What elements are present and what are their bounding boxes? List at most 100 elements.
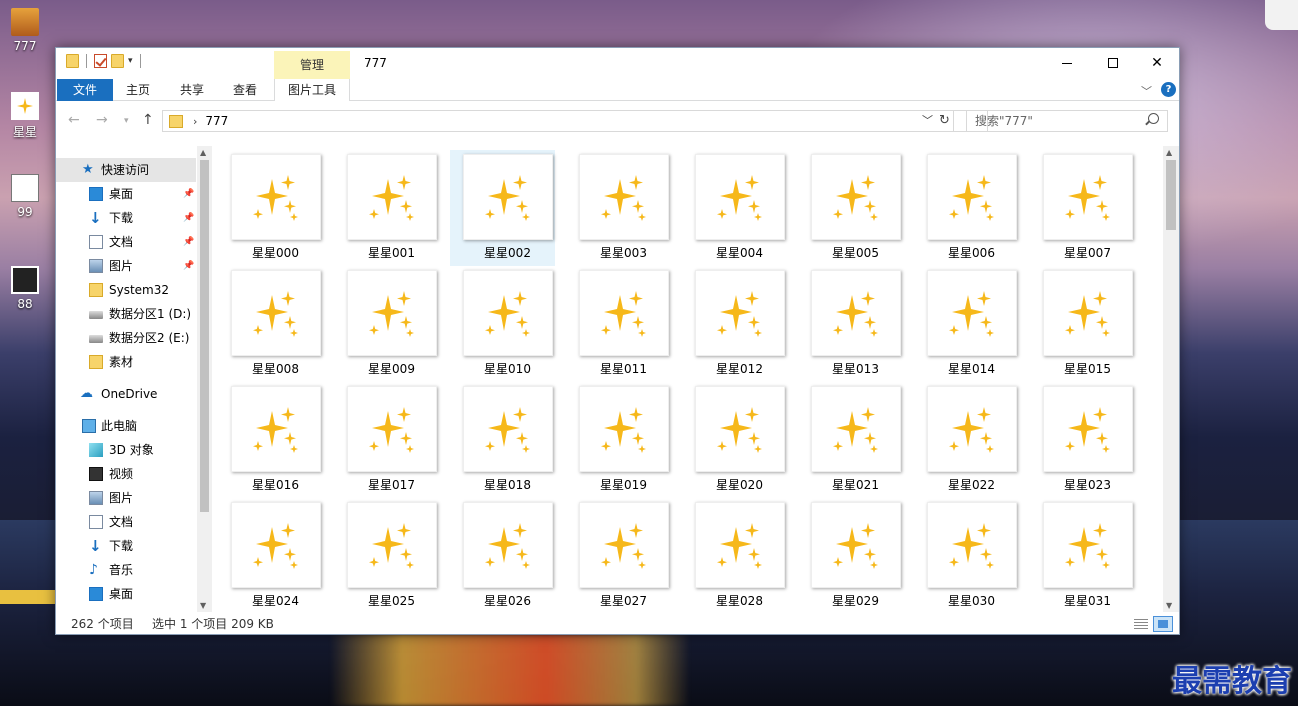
file-item[interactable]: 星星030 bbox=[914, 498, 1019, 610]
help-icon[interactable]: ? bbox=[1161, 82, 1176, 97]
file-item[interactable]: 星星009 bbox=[334, 266, 439, 382]
nav-item-system32[interactable]: System32 bbox=[56, 278, 196, 302]
file-item[interactable]: 星星012 bbox=[682, 266, 787, 382]
breadcrumb-chevron-icon[interactable]: › bbox=[193, 115, 197, 128]
file-item[interactable]: 星星018 bbox=[450, 382, 555, 498]
pin-icon[interactable]: 📌 bbox=[183, 230, 194, 254]
nav-item-drive-d[interactable]: 数据分区1 (D:) bbox=[56, 302, 196, 326]
nav-item-desktop[interactable]: 桌面 📌 bbox=[56, 182, 196, 206]
file-item[interactable]: 星星028 bbox=[682, 498, 787, 610]
search-icon[interactable] bbox=[1148, 113, 1159, 124]
scroll-down-icon[interactable]: ▼ bbox=[200, 601, 206, 610]
address-dropdown-icon[interactable]: ﹀ bbox=[922, 112, 933, 128]
file-thumbnail bbox=[811, 154, 901, 240]
maximize-button[interactable] bbox=[1090, 48, 1136, 78]
tab-home[interactable]: 主页 bbox=[126, 79, 150, 101]
file-item[interactable]: 星星011 bbox=[566, 266, 671, 382]
nav-item-materials[interactable]: 素材 bbox=[56, 350, 196, 374]
pin-icon[interactable]: 📌 bbox=[183, 182, 194, 206]
file-item[interactable]: 星星003 bbox=[566, 150, 671, 266]
scrollbar-thumb[interactable] bbox=[200, 160, 209, 512]
file-item[interactable]: 星星021 bbox=[798, 382, 903, 498]
nav-item-3d-objects[interactable]: 3D 对象 bbox=[56, 438, 196, 462]
forward-arrow-icon[interactable]: → bbox=[96, 112, 108, 128]
file-item[interactable]: 星星024 bbox=[222, 498, 323, 610]
file-item[interactable]: 星星019 bbox=[566, 382, 671, 498]
pin-icon[interactable]: 📌 bbox=[183, 254, 194, 278]
tab-share[interactable]: 共享 bbox=[180, 79, 204, 101]
file-item[interactable]: 星星004 bbox=[682, 150, 787, 266]
file-item[interactable]: 星星005 bbox=[798, 150, 903, 266]
tab-file[interactable]: 文件 bbox=[57, 79, 113, 101]
desktop-icon-88[interactable]: 88 bbox=[4, 266, 46, 311]
title-bar[interactable]: ▾ 管理 777 ✕ bbox=[56, 48, 1180, 79]
nav-item-music[interactable]: ♪ 音乐 bbox=[56, 558, 196, 582]
file-item[interactable]: 星星015 bbox=[1030, 266, 1135, 382]
properties-icon[interactable] bbox=[94, 54, 107, 68]
recent-locations-icon[interactable]: ▾ bbox=[124, 116, 129, 126]
new-folder-icon[interactable] bbox=[111, 54, 124, 68]
desktop-icon-777[interactable]: 777 bbox=[4, 8, 46, 53]
manage-context-tab[interactable]: 管理 bbox=[274, 51, 350, 79]
nav-item-this-pc[interactable]: 此电脑 bbox=[56, 414, 196, 438]
file-thumbnail bbox=[579, 386, 669, 472]
desktop-icon-star[interactable]: 星星 bbox=[4, 92, 46, 140]
close-button[interactable]: ✕ bbox=[1134, 48, 1180, 78]
breadcrumb-path[interactable]: 777 bbox=[205, 114, 228, 128]
file-item[interactable]: 星星031 bbox=[1030, 498, 1135, 610]
nav-item-downloads[interactable]: ↓ 下载 📌 bbox=[56, 206, 196, 230]
address-bar[interactable]: › 777 bbox=[162, 110, 988, 132]
nav-item-pictures[interactable]: 图片 📌 bbox=[56, 254, 196, 278]
nav-item-onedrive[interactable]: ☁ OneDrive bbox=[56, 382, 196, 406]
file-item[interactable]: 星星014 bbox=[914, 266, 1019, 382]
nav-item-drive-e[interactable]: 数据分区2 (E:) bbox=[56, 326, 196, 350]
nav-item-pc-pictures[interactable]: 图片 bbox=[56, 486, 196, 510]
nav-pane-scrollbar[interactable]: ▲ ▼ bbox=[197, 146, 212, 612]
search-input[interactable]: 搜索"777" bbox=[966, 110, 1168, 132]
nav-item-quick-access[interactable]: ★ 快速访问 bbox=[56, 158, 196, 182]
details-view-icon[interactable] bbox=[1132, 617, 1150, 631]
customize-toolbar-icon[interactable]: ▾ bbox=[128, 56, 133, 66]
file-item[interactable]: 星星022 bbox=[914, 382, 1019, 498]
file-item[interactable]: 星星023 bbox=[1030, 382, 1135, 498]
expand-ribbon-icon[interactable]: ﹀ bbox=[1141, 83, 1152, 99]
pin-icon[interactable]: 📌 bbox=[183, 206, 194, 230]
minimize-button[interactable] bbox=[1044, 48, 1090, 78]
file-item[interactable]: 星星025 bbox=[334, 498, 439, 610]
file-item[interactable]: 星星000 bbox=[222, 150, 323, 266]
up-arrow-icon[interactable]: ↑ bbox=[142, 112, 154, 128]
nav-item-pc-downloads[interactable]: ↓ 下载 bbox=[56, 534, 196, 558]
file-item[interactable]: 星星010 bbox=[450, 266, 555, 382]
ribbon-tabs: 文件 主页 共享 查看 图片工具 ﹀ ? bbox=[56, 79, 1179, 101]
large-icons-view-icon[interactable] bbox=[1153, 616, 1173, 632]
file-item[interactable]: 星星029 bbox=[798, 498, 903, 610]
nav-item-documents[interactable]: 文档 📌 bbox=[56, 230, 196, 254]
nav-label: 图片 bbox=[109, 259, 134, 273]
nav-item-pc-documents[interactable]: 文档 bbox=[56, 510, 196, 534]
desktop-icon-99[interactable]: 99 bbox=[4, 174, 46, 219]
file-item[interactable]: 星星026 bbox=[450, 498, 555, 610]
nav-item-pc-desktop[interactable]: 桌面 bbox=[56, 582, 196, 606]
file-item[interactable]: 星星008 bbox=[222, 266, 323, 382]
file-item[interactable]: 星星016 bbox=[222, 382, 323, 498]
file-item[interactable]: 星星001 bbox=[334, 150, 439, 266]
file-item[interactable]: 星星020 bbox=[682, 382, 787, 498]
tab-view[interactable]: 查看 bbox=[233, 79, 257, 101]
tab-picture-tools[interactable]: 图片工具 bbox=[274, 79, 350, 101]
file-item[interactable]: 星星013 bbox=[798, 266, 903, 382]
back-arrow-icon[interactable]: ← bbox=[68, 112, 80, 128]
file-item[interactable]: 星星002 bbox=[450, 150, 555, 266]
file-item[interactable]: 星星006 bbox=[914, 150, 1019, 266]
scroll-down-icon[interactable]: ▼ bbox=[1166, 601, 1172, 610]
scrollbar-thumb[interactable] bbox=[1166, 160, 1176, 230]
sparkle-stars-icon bbox=[833, 175, 878, 221]
file-item[interactable]: 星星027 bbox=[566, 498, 671, 610]
file-item[interactable]: 星星017 bbox=[334, 382, 439, 498]
nav-item-videos[interactable]: 视频 bbox=[56, 462, 196, 486]
scroll-up-icon[interactable]: ▲ bbox=[1166, 148, 1172, 157]
desktop-widget[interactable] bbox=[1265, 0, 1298, 30]
content-scrollbar[interactable]: ▲ ▼ bbox=[1163, 146, 1179, 612]
file-item[interactable]: 星星007 bbox=[1030, 150, 1135, 266]
refresh-button[interactable]: ↻ bbox=[936, 110, 954, 132]
scroll-up-icon[interactable]: ▲ bbox=[200, 148, 206, 157]
